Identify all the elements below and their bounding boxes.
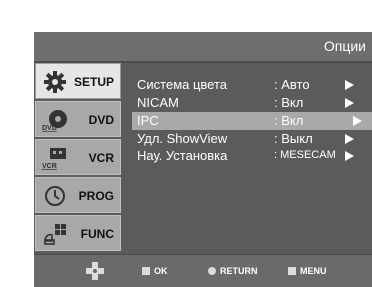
gear-icon bbox=[44, 71, 66, 93]
ok-icon bbox=[142, 267, 150, 275]
arrow-right-icon bbox=[353, 116, 362, 126]
arrow-right-icon bbox=[345, 134, 354, 144]
menu-hint: MENU bbox=[288, 266, 327, 276]
dpad-icon bbox=[86, 262, 104, 280]
arrow-right-icon bbox=[345, 80, 354, 90]
sidebar-item-label: DVD bbox=[88, 113, 114, 127]
menu-row-color-system[interactable]: Система цвета : Авто bbox=[134, 76, 372, 94]
return-hint: RETURN bbox=[208, 266, 258, 276]
clock-icon bbox=[45, 186, 65, 206]
sidebar: SETUP DVD DVD VCR VCR PROG FUNC bbox=[34, 63, 122, 254]
row-label: Система цвета bbox=[137, 77, 228, 92]
row-value: : MESECAM bbox=[274, 149, 336, 161]
sidebar-item-label: FUNC bbox=[80, 227, 114, 241]
return-icon bbox=[208, 267, 216, 275]
row-label: NICAM bbox=[137, 95, 179, 110]
page-title: Опции bbox=[323, 38, 366, 54]
svg-text:DVD: DVD bbox=[42, 125, 57, 132]
menu-row-ipc[interactable]: IPC : Вкл bbox=[132, 112, 372, 130]
svg-text:VCR: VCR bbox=[42, 163, 57, 170]
row-value: : Вкл bbox=[274, 95, 304, 110]
sidebar-item-label: PROG bbox=[78, 189, 114, 203]
menu-row-nicam[interactable]: NICAM : Вкл bbox=[134, 94, 372, 112]
options-menu: Система цвета : Авто NICAM : Вкл IPC : В… bbox=[122, 63, 372, 254]
row-label: IPC bbox=[137, 113, 159, 128]
row-label: Нау. Установка bbox=[137, 148, 228, 163]
row-value: : Вкл bbox=[274, 113, 304, 128]
row-value: : Выкл bbox=[274, 131, 313, 146]
sidebar-item-label: VCR bbox=[88, 151, 114, 165]
arrow-right-icon bbox=[345, 98, 354, 108]
title-bar: Опции bbox=[34, 32, 372, 61]
menu-row-showview[interactable]: Удл. ShowView : Выкл bbox=[134, 130, 372, 148]
sidebar-item-func[interactable]: FUNC bbox=[35, 215, 121, 251]
func-icon bbox=[44, 224, 66, 245]
sidebar-item-prog[interactable]: PROG bbox=[35, 177, 121, 213]
ok-hint: OK bbox=[142, 266, 168, 276]
menu-icon bbox=[288, 267, 296, 275]
footer-bar: OK RETURN MENU bbox=[34, 254, 372, 287]
osd-screen: Опции SETUP DVD DVD VCR VCR PROG FUNC Си… bbox=[34, 32, 372, 287]
arrow-right-icon bbox=[345, 151, 354, 161]
vcr-icon: VCR bbox=[42, 148, 66, 170]
sidebar-item-dvd[interactable]: DVD DVD bbox=[35, 101, 121, 137]
sidebar-item-vcr[interactable]: VCR VCR bbox=[35, 139, 121, 175]
menu-row-auto-setup[interactable]: Нау. Установка : MESECAM bbox=[134, 147, 372, 165]
row-value: : Авто bbox=[274, 77, 310, 92]
row-label: Удл. ShowView bbox=[137, 131, 228, 146]
sidebar-item-setup[interactable]: SETUP bbox=[35, 63, 121, 99]
dvd-icon: DVD bbox=[42, 110, 67, 132]
sidebar-item-label: SETUP bbox=[73, 75, 114, 89]
